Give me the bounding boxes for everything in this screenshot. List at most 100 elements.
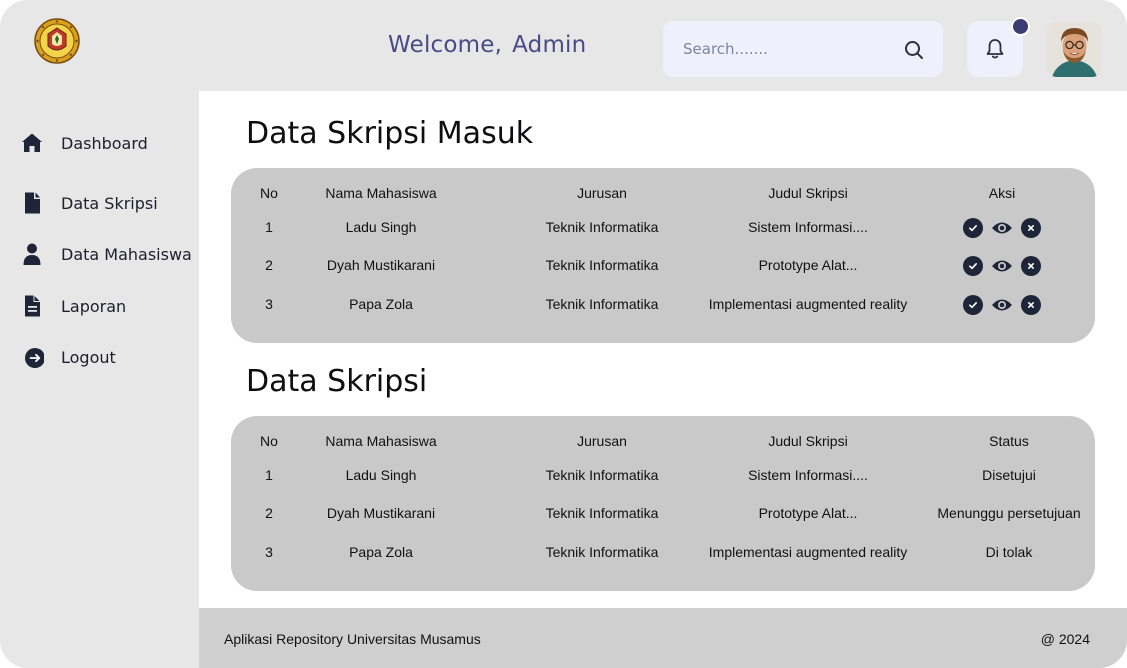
status-text: Menunggu persetujuan	[937, 505, 1081, 521]
view-button[interactable]	[991, 295, 1013, 315]
sidebar-item-label: Laporan	[61, 297, 127, 316]
sidebar-item-dashboard[interactable]: Dashboard	[0, 125, 199, 161]
thesis-title: Sistem Informasi....	[748, 467, 868, 483]
table-row: 1 Ladu Singh Teknik Informatika Sistem I…	[231, 467, 1095, 487]
sidebar-item-logout[interactable]: Logout	[0, 339, 199, 375]
row-number: 1	[265, 467, 273, 483]
row-number: 2	[265, 505, 273, 521]
logout-icon	[25, 348, 44, 368]
approve-button[interactable]	[963, 295, 983, 315]
check-icon	[969, 302, 977, 309]
column-header: Judul Skripsi	[768, 433, 848, 449]
reject-button[interactable]	[1021, 218, 1041, 238]
thesis-title: Prototype Alat...	[758, 505, 858, 521]
student-name: Ladu Singh	[345, 219, 417, 235]
view-button[interactable]	[991, 256, 1013, 276]
search-input[interactable]: Search.......	[683, 40, 768, 58]
table-row: 3 Papa Zola Teknik Informatika Implement…	[231, 544, 1095, 564]
check-icon	[969, 263, 977, 270]
major: Teknik Informatika	[545, 467, 659, 483]
reject-button[interactable]	[1021, 256, 1041, 276]
bell-icon	[986, 39, 1004, 59]
column-header: Jurusan	[577, 433, 627, 449]
thesis-title: Implementasi augmented reality	[708, 296, 908, 312]
column-header: Status	[989, 433, 1029, 449]
footer: Aplikasi Repository Universitas Musamus …	[199, 608, 1127, 668]
notification-button[interactable]	[967, 17, 1030, 77]
column-header: No	[260, 433, 278, 449]
top-bar: Welcome, Admin Search.......	[0, 0, 1127, 91]
reject-button[interactable]	[1021, 295, 1041, 315]
file-icon	[25, 192, 40, 214]
main-content: Data Skripsi Masuk No Nama Mahasiswa Jur…	[199, 91, 1127, 608]
check-icon	[969, 225, 977, 232]
notification-dot	[1011, 17, 1030, 36]
sidebar-item-data-skripsi[interactable]: Data Skripsi	[0, 185, 199, 221]
welcome-text: Welcome,	[388, 32, 503, 58]
search-box[interactable]: Search.......	[663, 21, 943, 77]
status-text: Disetujui	[982, 467, 1036, 483]
avatar-image	[1047, 22, 1102, 77]
user-icon	[23, 243, 41, 265]
eye-icon	[992, 299, 1012, 311]
sidebar: Dashboard Data Skripsi Data Mahasiswa La…	[0, 91, 199, 668]
row-number: 2	[265, 257, 273, 273]
column-header: No	[260, 185, 278, 201]
major: Teknik Informatika	[545, 219, 659, 235]
column-header: Judul Skripsi	[768, 185, 848, 201]
row-actions	[961, 295, 1043, 317]
thesis-title: Sistem Informasi....	[748, 219, 868, 235]
sidebar-item-label: Data Mahasiswa	[61, 245, 192, 264]
major: Teknik Informatika	[545, 257, 659, 273]
thesis-title: Prototype Alat...	[758, 257, 858, 273]
row-actions	[961, 218, 1043, 240]
sidebar-item-label: Data Skripsi	[61, 194, 158, 213]
home-icon	[22, 133, 42, 152]
approve-button[interactable]	[963, 218, 983, 238]
eye-icon	[992, 260, 1012, 272]
eye-icon	[992, 222, 1012, 234]
close-icon	[1028, 302, 1034, 308]
student-name: Papa Zola	[349, 296, 413, 312]
sidebar-item-data-mahasiswa[interactable]: Data Mahasiswa	[0, 236, 199, 272]
table-row: 3 Papa Zola Teknik Informatika Implement…	[231, 295, 1095, 317]
close-icon	[1028, 225, 1034, 231]
table-row: 2 Dyah Mustikarani Teknik Informatika Pr…	[231, 256, 1095, 278]
sidebar-item-label: Dashboard	[61, 134, 148, 153]
column-header: Aksi	[988, 185, 1016, 201]
app-window: Welcome, Admin Search....... Dashboard D…	[0, 0, 1127, 668]
welcome-message: Welcome, Admin	[388, 32, 586, 58]
row-number: 1	[265, 219, 273, 235]
sidebar-item-laporan[interactable]: Laporan	[0, 288, 199, 324]
row-number: 3	[265, 296, 273, 312]
thesis-title: Implementasi augmented reality	[708, 544, 908, 560]
avatar[interactable]	[1047, 22, 1102, 77]
incoming-section-title: Data Skripsi Masuk	[246, 116, 534, 151]
table-row: 1 Ladu Singh Teknik Informatika Sistem I…	[231, 218, 1095, 240]
table-header-row: No Nama Mahasiswa Jurusan Judul Skripsi …	[231, 433, 1095, 453]
column-header: Jurusan	[577, 185, 627, 201]
major: Teknik Informatika	[545, 544, 659, 560]
column-header: Nama Mahasiswa	[325, 433, 437, 449]
university-logo	[34, 18, 80, 64]
view-button[interactable]	[991, 218, 1013, 238]
footer-app-name: Aplikasi Repository Universitas Musamus	[224, 631, 481, 647]
table-row: 2 Dyah Mustikarani Teknik Informatika Pr…	[231, 505, 1095, 525]
student-name: Ladu Singh	[345, 467, 417, 483]
row-actions	[961, 256, 1043, 278]
document-icon	[25, 295, 40, 317]
status-text: Di tolak	[985, 544, 1033, 560]
row-number: 3	[265, 544, 273, 560]
student-name: Dyah Mustikarani	[326, 257, 436, 273]
sidebar-item-label: Logout	[61, 348, 116, 367]
approve-button[interactable]	[963, 256, 983, 276]
student-name: Dyah Mustikarani	[326, 505, 436, 521]
student-name: Papa Zola	[349, 544, 413, 560]
footer-copyright: @ 2024	[1040, 631, 1090, 647]
close-icon	[1028, 263, 1034, 269]
data-section-title: Data Skripsi	[246, 364, 428, 399]
incoming-table: No Nama Mahasiswa Jurusan Judul Skripsi …	[231, 168, 1095, 343]
data-table: No Nama Mahasiswa Jurusan Judul Skripsi …	[231, 416, 1095, 591]
major: Teknik Informatika	[545, 296, 659, 312]
search-icon[interactable]	[904, 40, 924, 60]
